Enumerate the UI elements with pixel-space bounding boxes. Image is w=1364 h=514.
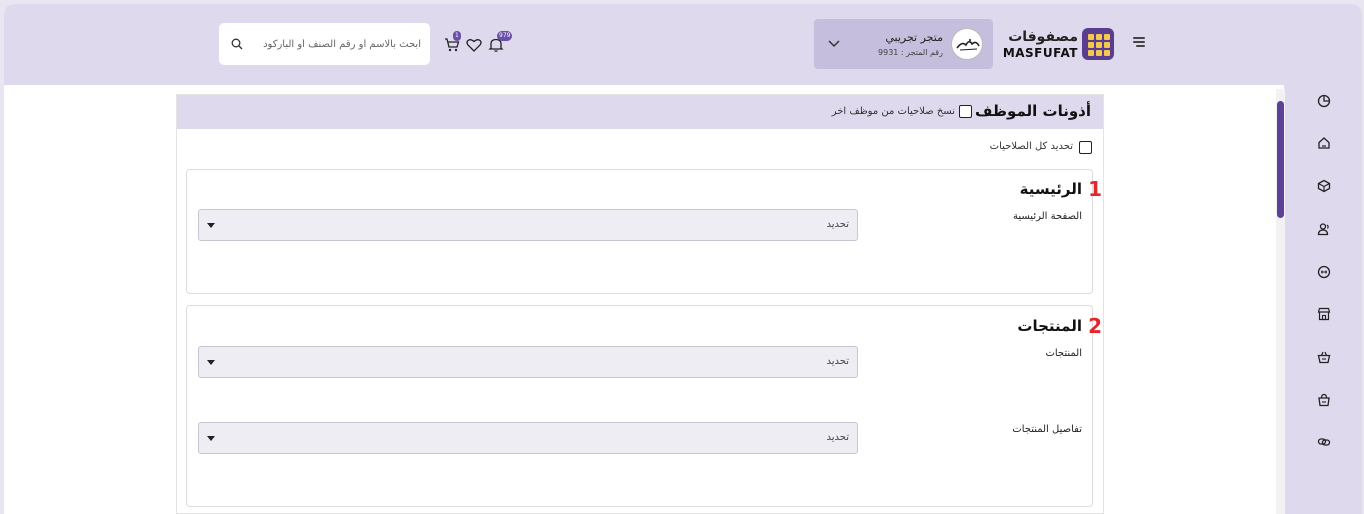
- top-header: مصفوفات MASFUFAT متجر تجريبي رقم المتجر …: [4, 4, 1362, 85]
- caret-down-icon: [207, 360, 215, 365]
- select-all-label: تحديد كل الصلاحيات: [989, 141, 1073, 152]
- scrollbar-thumb[interactable]: [1277, 101, 1284, 218]
- home-page-select[interactable]: تحديد: [198, 209, 858, 241]
- select-value: تحديد: [826, 219, 849, 230]
- section-card-products: 2 المنتجات المنتجات تحديد تفاصيل المنتجا…: [186, 305, 1102, 507]
- product-details-select[interactable]: تحديد: [198, 422, 858, 454]
- logo-mark-icon: [1082, 28, 1114, 60]
- home-icon[interactable]: [1317, 136, 1331, 150]
- cart-button[interactable]: 1: [444, 31, 462, 53]
- basket-icon[interactable]: [1317, 350, 1331, 364]
- products-select[interactable]: تحديد: [198, 346, 858, 378]
- notifications-badge: 979: [497, 31, 513, 41]
- search-box: [219, 23, 430, 65]
- select-all-checkbox[interactable]: [1079, 141, 1092, 154]
- app-frame: مصفوفات MASFUFAT متجر تجريبي رقم المتجر …: [4, 4, 1362, 514]
- logo[interactable]: مصفوفات MASFUFAT: [1003, 28, 1114, 62]
- section-number: 2: [1088, 314, 1102, 338]
- section-title: المنتجات: [1017, 317, 1082, 335]
- store-icon[interactable]: [1317, 307, 1331, 321]
- search-input[interactable]: [249, 33, 421, 55]
- section-number: 1: [1088, 177, 1102, 201]
- store-name: متجر تجريبي: [885, 31, 943, 44]
- section-title: الرئيسية: [1019, 180, 1082, 198]
- logo-text-en: MASFUFAT: [1002, 46, 1078, 60]
- dashboard-icon[interactable]: [1317, 94, 1331, 108]
- users-icon[interactable]: [1317, 222, 1331, 236]
- store-switcher[interactable]: متجر تجريبي رقم المتجر : 9931: [814, 19, 993, 69]
- caret-down-icon: [207, 223, 215, 228]
- copy-permissions-label: نسخ صلاحيات من موظف اخر: [831, 106, 955, 117]
- wishlist-button[interactable]: [466, 37, 482, 53]
- menu-toggle-icon[interactable]: [1130, 34, 1148, 50]
- box-icon[interactable]: [1317, 179, 1331, 193]
- search-icon[interactable]: [231, 38, 243, 50]
- logo-text-ar: مصفوفات: [1008, 29, 1078, 45]
- tag-icon[interactable]: [1317, 265, 1331, 279]
- notifications-button[interactable]: 979: [488, 31, 513, 53]
- caret-down-icon: [207, 436, 215, 441]
- field-label: تفاصيل المنتجات: [1012, 424, 1082, 435]
- section-card-home: 1 الرئيسية الصفحة الرئيسية تحديد: [186, 169, 1102, 294]
- field-label: الصفحة الرئيسية: [1013, 211, 1082, 222]
- select-value: تحديد: [826, 432, 849, 443]
- panel-header: أذونات الموظف نسخ صلاحيات من موظف اخر: [177, 95, 1103, 129]
- copy-permissions-checkbox[interactable]: [959, 105, 972, 118]
- cart-badge: 1: [453, 31, 461, 41]
- bag-icon[interactable]: [1317, 393, 1331, 407]
- chevron-down-icon[interactable]: [828, 37, 840, 49]
- link-icon[interactable]: [1317, 435, 1331, 449]
- field-label: المنتجات: [1045, 348, 1082, 359]
- store-avatar: [951, 28, 983, 60]
- heart-icon: [466, 39, 482, 52]
- store-number: رقم المتجر : 9931: [878, 48, 943, 57]
- panel-title: أذونات الموظف: [975, 102, 1091, 120]
- select-value: تحديد: [826, 356, 849, 367]
